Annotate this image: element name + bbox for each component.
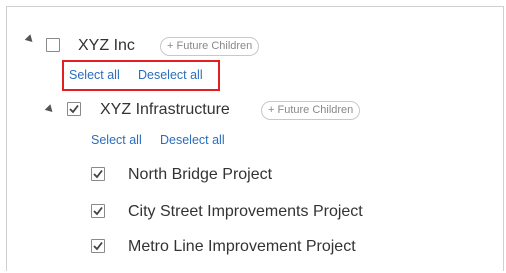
project-label: North Bridge Project	[128, 166, 273, 183]
checkmark-icon	[93, 169, 103, 179]
root-checkbox[interactable]	[46, 38, 60, 52]
child-future-children-button[interactable]: + Future Children	[261, 101, 361, 120]
child-label: XYZ Infrastructure	[100, 101, 230, 118]
project-label: City Street Improvements Project	[128, 203, 363, 220]
project-checkbox[interactable]	[91, 204, 105, 218]
child-deselect-all-link[interactable]: Deselect all	[160, 133, 225, 147]
checkmark-icon	[69, 104, 79, 114]
checkmark-icon	[93, 241, 103, 251]
tree-row-root	[24, 34, 36, 45]
root-future-children-button[interactable]: + Future Children	[160, 37, 260, 56]
project-checkbox[interactable]	[91, 167, 105, 181]
project-label: Metro Line Improvement Project	[128, 238, 356, 255]
project-checkbox[interactable]	[91, 239, 105, 253]
root-deselect-all-link[interactable]: Deselect all	[138, 68, 203, 82]
root-label: XYZ Inc	[78, 37, 135, 54]
child-checkbox[interactable]	[67, 102, 81, 116]
checkmark-icon	[93, 206, 103, 216]
root-select-all-link[interactable]: Select all	[69, 68, 120, 82]
child-select-all-link[interactable]: Select all	[91, 133, 142, 147]
